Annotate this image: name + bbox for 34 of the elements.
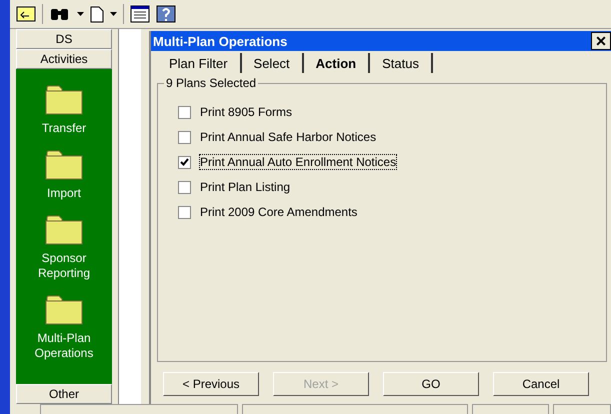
checkbox-label[interactable]: Print 2009 Core Amendments xyxy=(199,204,358,220)
caret-icon[interactable] xyxy=(110,12,117,16)
checkbox[interactable] xyxy=(178,156,191,168)
folder-icon[interactable] xyxy=(45,85,83,115)
checkbox-label[interactable]: Print Annual Auto Enrollment Notices xyxy=(199,154,398,170)
folder-icon[interactable] xyxy=(45,295,83,325)
dialog-button[interactable]: Cancel xyxy=(493,372,589,396)
sidebar-item[interactable]: Sponsor Reporting xyxy=(24,251,104,281)
checkbox-label[interactable]: Print Plan Listing xyxy=(199,179,292,195)
sidebar-item[interactable]: Multi-Plan Operations xyxy=(24,331,104,361)
dialog-button[interactable]: GO xyxy=(383,372,479,396)
folder-icon[interactable] xyxy=(45,150,83,180)
binoculars-icon[interactable] xyxy=(49,6,71,22)
group-title: 9 Plans Selected xyxy=(164,76,258,90)
sidebar-item[interactable]: Import xyxy=(24,186,104,201)
sidebar-item[interactable]: Transfer xyxy=(24,121,104,136)
list-icon[interactable] xyxy=(130,5,150,23)
checkbox[interactable] xyxy=(178,206,191,218)
folder-icon[interactable] xyxy=(45,215,83,245)
checkbox[interactable] xyxy=(178,130,191,144)
caret-icon[interactable] xyxy=(77,12,84,16)
close-button[interactable]: × xyxy=(591,32,611,50)
new-page-icon[interactable] xyxy=(90,6,104,22)
sidebar-header[interactable]: DS xyxy=(16,29,112,49)
checkbox[interactable] xyxy=(178,106,191,118)
up-folder-icon[interactable] xyxy=(16,6,36,22)
section-header[interactable]: Other xyxy=(16,384,112,404)
dialog-button[interactable]: < Previous xyxy=(163,372,259,396)
help-icon[interactable] xyxy=(156,5,176,23)
checkbox-label[interactable]: Print 8905 Forms xyxy=(199,104,294,120)
section-header[interactable]: Activities xyxy=(16,49,112,69)
checkbox[interactable] xyxy=(178,180,191,194)
window-title: Multi-Plan Operations xyxy=(153,34,288,48)
checkbox-label[interactable]: Print Annual Safe Harbor Notices xyxy=(199,129,378,145)
